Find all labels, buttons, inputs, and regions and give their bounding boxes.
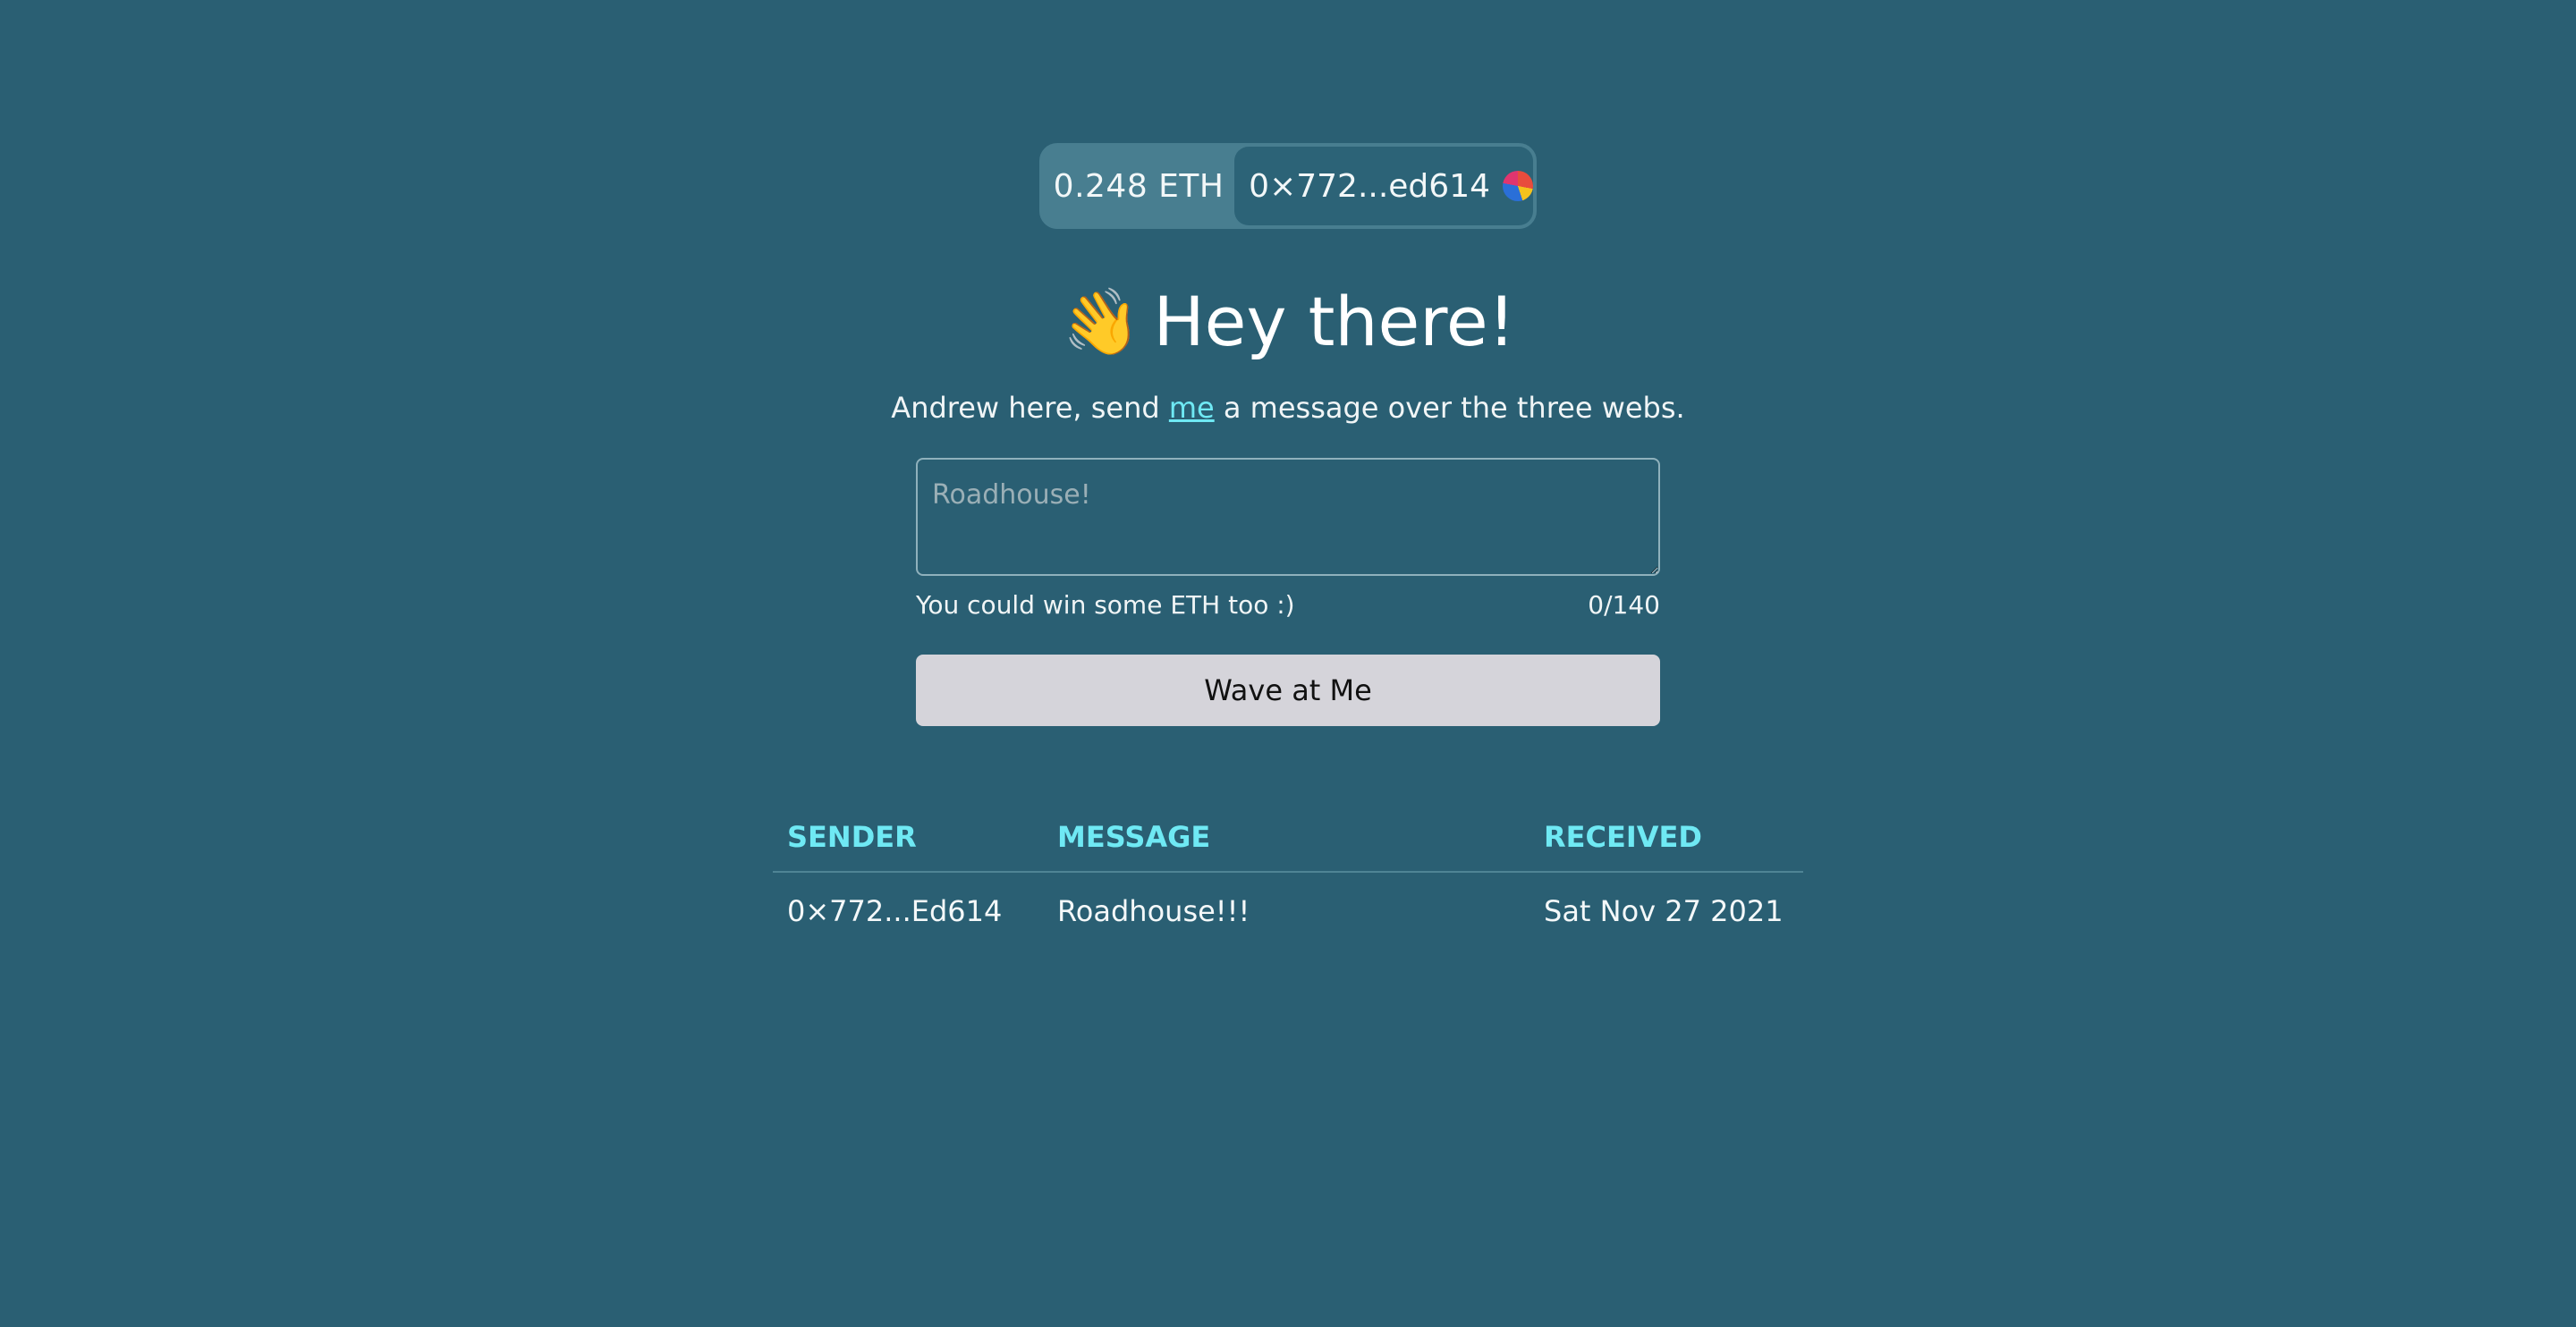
wallet-account-button[interactable]: 0×772...ed614 (1234, 147, 1533, 225)
cell-received: Sat Nov 27 2021 (1544, 894, 1784, 928)
page-title-text: Hey there! (1153, 282, 1516, 361)
column-header-received: RECEIVED (1530, 803, 1803, 873)
cell-message: Roadhouse!!! (1057, 894, 1250, 928)
wallet-pill: 0.248 ETH 0×772...ed614 (1039, 143, 1537, 229)
me-link[interactable]: me (1169, 391, 1215, 425)
column-header-sender: SENDER (773, 803, 1043, 873)
win-eth-hint: You could win some ETH too :) (916, 590, 1295, 620)
waves-table: SENDER MESSAGE RECEIVED 0×772...Ed614 Ro… (773, 803, 1803, 950)
intro-text-before: Andrew here, send (891, 391, 1169, 425)
message-hint-row: You could win some ETH too :) 0/140 (916, 590, 1660, 620)
page-title: 👋 Hey there! (0, 279, 2576, 366)
intro-text: Andrew here, send me a message over the … (0, 385, 2576, 431)
wallet-balance: 0.248 ETH (1053, 167, 1224, 205)
table-row: 0×772...Ed614 Roadhouse!!! Sat Nov 27 20… (773, 872, 1803, 950)
message-input[interactable] (916, 458, 1660, 576)
wave-at-me-button[interactable]: Wave at Me (916, 655, 1660, 726)
page: 0.248 ETH 0×772...ed614 👋 Hey there! Andr… (0, 0, 2576, 1327)
wallet-account-address: 0×772...ed614 (1249, 167, 1490, 205)
column-header-message: MESSAGE (1043, 803, 1530, 873)
waving-hand-icon: 👋 (1055, 280, 1146, 366)
table-header-row: SENDER MESSAGE RECEIVED (773, 803, 1803, 873)
intro-text-after: a message over the three webs. (1214, 391, 1685, 425)
char-counter: 0/140 (1588, 590, 1660, 620)
account-avatar-icon (1503, 171, 1533, 201)
cell-sender: 0×772...Ed614 (787, 894, 1003, 928)
